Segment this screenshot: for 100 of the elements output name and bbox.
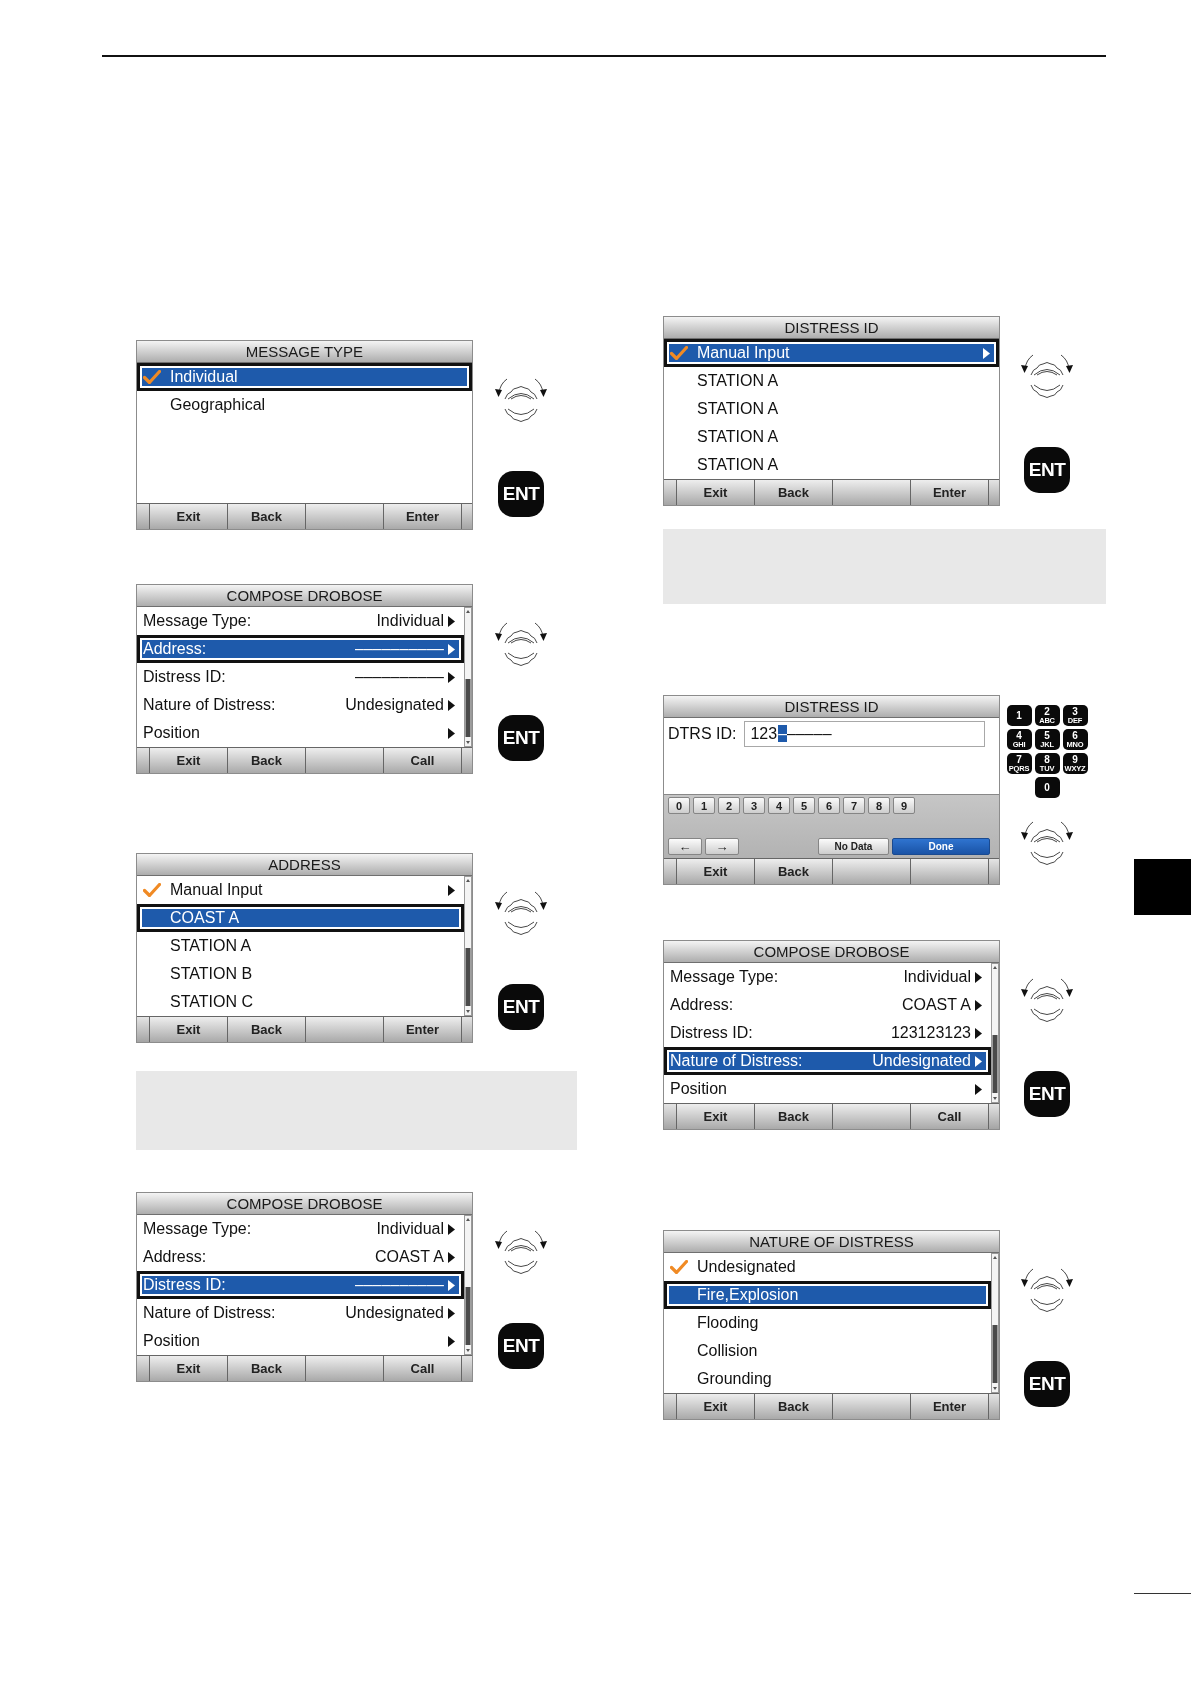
softkey-button[interactable]: Exit	[149, 1017, 227, 1042]
softkey-button[interactable]: Exit	[149, 504, 227, 529]
softkey-button[interactable]: Back	[227, 1356, 305, 1381]
softkey-button[interactable]: Back	[227, 748, 305, 773]
softkey-button[interactable]: Call	[383, 1356, 462, 1381]
digit-key[interactable]: 8	[868, 797, 890, 814]
row-value: 123123123	[890, 1024, 971, 1042]
digit-key[interactable]: 3	[743, 797, 765, 814]
id-input-field[interactable]: 123––––––	[744, 721, 986, 747]
settings-row[interactable]: Distress ID: 123123123	[664, 1019, 991, 1047]
row-value: Undesignated	[345, 696, 444, 714]
ent-key: ENT	[498, 715, 544, 761]
list-item[interactable]: Individual	[137, 363, 472, 391]
screen-title: MESSAGE TYPE	[137, 341, 472, 363]
list-item[interactable]: STATION A	[664, 367, 999, 395]
settings-row[interactable]: Nature of Distress: Undesignated	[137, 1299, 464, 1327]
digit-key[interactable]: 0	[668, 797, 690, 814]
settings-row[interactable]: Nature of Distress: Undesignated	[664, 1047, 991, 1075]
list-item[interactable]: STATION C	[137, 988, 464, 1016]
row-value: Undesignated	[345, 1304, 444, 1322]
screen-title: COMPOSE DROBOSE	[664, 941, 999, 963]
settings-row[interactable]: Message Type: Individual	[137, 607, 464, 635]
settings-row[interactable]: Position	[664, 1075, 991, 1103]
softkey-button[interactable]: Back	[227, 504, 305, 529]
settings-row[interactable]: Address: ––––––––––	[137, 635, 464, 663]
list-item[interactable]: Collision	[664, 1337, 991, 1365]
row-label: Nature of Distress:	[143, 1304, 276, 1322]
digit-key[interactable]: 6	[818, 797, 840, 814]
digit-key[interactable]: 1	[693, 797, 715, 814]
scroll-bar[interactable]	[464, 1215, 472, 1355]
row-value: Individual	[376, 1220, 444, 1238]
ent-key: ENT	[498, 1323, 544, 1369]
settings-row[interactable]: Nature of Distress: Undesignated	[137, 691, 464, 719]
settings-row[interactable]: Message Type: Individual	[137, 1215, 464, 1243]
list-item[interactable]: Manual Input	[664, 339, 999, 367]
softkey-button[interactable]: Back	[754, 859, 832, 884]
digit-key[interactable]: 9	[893, 797, 915, 814]
settings-row[interactable]: Address: COAST A	[664, 991, 991, 1019]
softkey-button[interactable]: Exit	[676, 1104, 754, 1129]
list-item[interactable]: Grounding	[664, 1365, 991, 1393]
settings-row[interactable]: Position	[137, 1327, 464, 1355]
digit-key[interactable]: 5	[793, 797, 815, 814]
settings-row[interactable]: Address: COAST A	[137, 1243, 464, 1271]
row-value: ––––––––––	[355, 640, 444, 658]
digit-key[interactable]: 7	[843, 797, 865, 814]
softkey-button[interactable]: Exit	[676, 859, 754, 884]
settings-row[interactable]: Message Type: Individual	[664, 963, 991, 991]
softkey-button[interactable]: Enter	[910, 1394, 989, 1419]
softkey-button[interactable]: Back	[754, 1394, 832, 1419]
command-button[interactable]: No Data	[818, 838, 889, 855]
cursor-key[interactable]: →	[705, 838, 739, 855]
softkey-button[interactable]: Back	[754, 1104, 832, 1129]
row-value: ––––––––––	[355, 1276, 444, 1294]
row-label: Message Type:	[143, 612, 252, 630]
softkey-button[interactable]: Exit	[149, 1356, 227, 1381]
list-item[interactable]: Flooding	[664, 1309, 991, 1337]
settings-row[interactable]: Position	[137, 719, 464, 747]
digit-key[interactable]: 2	[718, 797, 740, 814]
list-item[interactable]: STATION B	[137, 960, 464, 988]
softkey-button[interactable]: Call	[910, 1104, 989, 1129]
softkey-button[interactable]: Exit	[676, 1394, 754, 1419]
row-value: Individual	[903, 968, 971, 986]
list-item[interactable]: Manual Input	[137, 876, 464, 904]
softkey-button[interactable]: Back	[227, 1017, 305, 1042]
list-item[interactable]: Geographical	[137, 391, 472, 419]
scroll-bar[interactable]	[991, 963, 999, 1103]
screen-title: COMPOSE DROBOSE	[137, 1193, 472, 1215]
settings-row[interactable]: Distress ID: ––––––––––	[137, 1271, 464, 1299]
row-label: Distress ID:	[143, 1276, 226, 1294]
softkey-button[interactable]: Exit	[149, 748, 227, 773]
scroll-bar[interactable]	[464, 876, 472, 1016]
list-item[interactable]: STATION A	[664, 395, 999, 423]
digit-key[interactable]: 4	[768, 797, 790, 814]
list-item[interactable]: STATION A	[664, 423, 999, 451]
screen-title: ADDRESS	[137, 854, 472, 876]
softkey-button[interactable]: Enter	[383, 1017, 462, 1042]
list-item[interactable]: Undesignated	[664, 1253, 991, 1281]
cursor-key[interactable]: ←	[668, 838, 702, 855]
scroll-bar[interactable]	[464, 607, 472, 747]
list-item[interactable]: STATION A	[137, 932, 464, 960]
list-item[interactable]: Fire,Explosion	[664, 1281, 991, 1309]
settings-row[interactable]: Distress ID: ––––––––––	[137, 663, 464, 691]
row-value: COAST A	[901, 996, 971, 1014]
softkey-button[interactable]: Back	[754, 480, 832, 505]
row-label: Message Type:	[143, 1220, 252, 1238]
screen-title: NATURE OF DISTRESS	[664, 1231, 999, 1253]
list-item[interactable]: COAST A	[137, 904, 464, 932]
scroll-bar[interactable]	[991, 1253, 999, 1393]
softkey-button[interactable]: Enter	[910, 480, 989, 505]
softkey-button[interactable]: Enter	[383, 504, 462, 529]
row-label: Position	[143, 724, 200, 742]
chapter-marker	[1134, 859, 1191, 915]
ent-key: ENT	[1024, 447, 1070, 493]
row-label: Message Type:	[670, 968, 779, 986]
command-button[interactable]: Done	[892, 838, 990, 855]
softkey-button[interactable]: Call	[383, 748, 462, 773]
screen-title: DISTRESS ID	[664, 696, 999, 718]
softkey-button[interactable]: Exit	[676, 480, 754, 505]
list-item[interactable]: STATION A	[664, 451, 999, 479]
row-label: Address:	[143, 1248, 207, 1266]
